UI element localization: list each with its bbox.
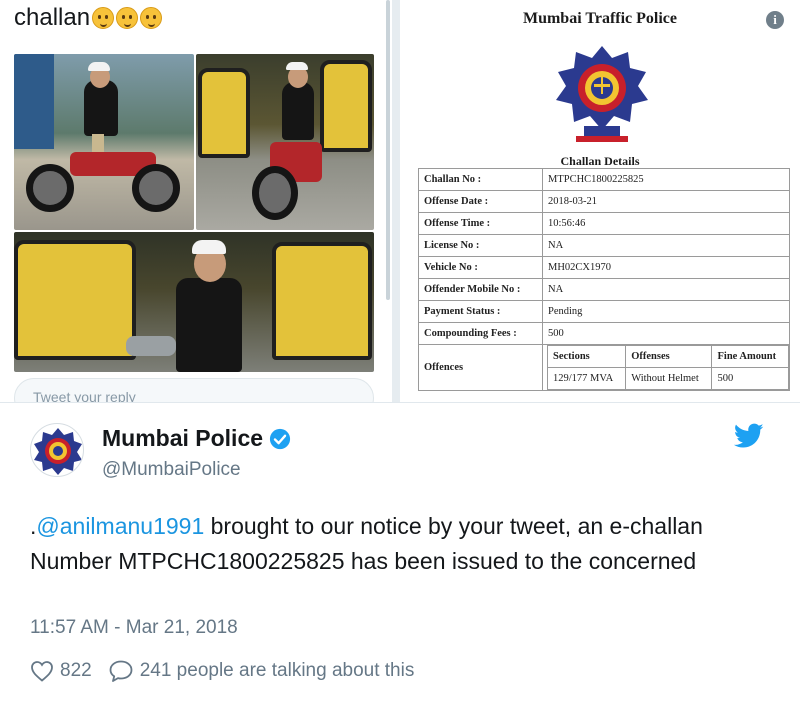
rider-cap: [286, 62, 308, 70]
table-header-row: Sections Offenses Fine Amount: [546, 345, 789, 368]
field-label: License No :: [418, 234, 543, 257]
info-icon[interactable]: i: [766, 11, 784, 29]
wall-mural: [14, 54, 54, 149]
rider: [282, 82, 314, 140]
reply-conversation-button[interactable]: 241 people are talking about this: [108, 659, 415, 683]
field-value: NA: [542, 278, 790, 301]
table-row: Offense Time : 10:56:46: [418, 212, 790, 235]
heart-icon: [31, 661, 53, 682]
column-header: Fine Amount: [711, 345, 789, 368]
auto-rickshaw: [198, 68, 250, 158]
challan-details-card: Mumbai Traffic Police i Challan Details …: [400, 0, 800, 402]
scrollbar[interactable]: [386, 0, 390, 300]
author-name[interactable]: Mumbai Police: [102, 425, 291, 452]
like-button[interactable]: 822: [30, 660, 92, 682]
avatar[interactable]: [30, 423, 84, 477]
table-row: Vehicle No : MH02CX1970: [418, 256, 790, 279]
field-label: Challan No :: [418, 168, 543, 191]
field-value: Pending: [542, 300, 790, 323]
photo-rider-on-bike-2[interactable]: [196, 54, 374, 230]
motorbike-rear-wheel: [26, 164, 74, 212]
challan-title: Mumbai Traffic Police: [522, 10, 678, 27]
field-label: Offences: [418, 344, 543, 391]
face-with-hand-over-mouth-emoji: [92, 7, 115, 29]
embedded-media-area: challan Tweet your reply Mumbai Traffic …: [0, 0, 800, 402]
auto-rickshaw: [272, 242, 372, 360]
challan-subtitle: Challan Details: [560, 154, 640, 168]
auto-rickshaw: [320, 60, 372, 152]
reply-input[interactable]: Tweet your reply: [14, 378, 374, 402]
table-row: Challan No : MTPCHC1800225825: [418, 168, 790, 191]
table-row: Payment Status : Pending: [418, 300, 790, 323]
table-row: Offences Sections Offenses Fine Amount 1…: [418, 344, 790, 391]
field-label: Vehicle No :: [418, 256, 543, 279]
mumbai-police-emblem-icon: [556, 46, 648, 142]
quoted-tweet-caption: challan: [14, 4, 163, 32]
field-label: Offense Time :: [418, 212, 543, 235]
table-row: Offender Mobile No : NA: [418, 278, 790, 301]
author-handle[interactable]: @MumbaiPolice: [102, 459, 241, 481]
tweet-actions: 822 241 people are talking about this: [30, 659, 430, 683]
column-header: Offenses: [625, 345, 713, 368]
offences-table: Sections Offenses Fine Amount 129/177 MV…: [546, 345, 789, 390]
table-cell: 129/177 MVA: [546, 367, 627, 390]
field-value: 2018-03-21: [542, 190, 790, 213]
table-row: License No : NA: [418, 234, 790, 257]
mention-link[interactable]: @anilmanu1991: [36, 513, 204, 539]
like-count: 822: [60, 660, 92, 681]
face-with-hand-over-mouth-emoji: [116, 7, 139, 29]
challan-table: Challan No : MTPCHC1800225825 Offense Da…: [418, 168, 790, 391]
speech-bubble-icon: [109, 660, 133, 682]
rider-cap: [192, 240, 226, 254]
column-header: Sections: [546, 345, 627, 368]
tweet-timestamp[interactable]: 11:57 AM - Mar 21, 2018: [30, 617, 238, 639]
auto-rickshaw: [14, 240, 136, 360]
table-row: Compounding Fees : 500: [418, 322, 790, 345]
motorbike-front-wheel: [132, 164, 180, 212]
mumbai-police-logo-icon: [34, 428, 82, 475]
table-cell: 500: [711, 367, 789, 390]
conversation-count: 241 people are talking about this: [139, 660, 415, 681]
twitter-bird-icon[interactable]: [734, 423, 764, 449]
field-value: 500: [542, 322, 790, 345]
rider-cap: [88, 62, 110, 71]
table-row: 129/177 MVA Without Helmet 500: [546, 367, 789, 390]
face-with-hand-over-mouth-emoji: [140, 7, 163, 29]
field-value: MTPCHC1800225825: [542, 168, 790, 191]
field-label: Offender Mobile No :: [418, 278, 543, 301]
field-label: Offense Date :: [418, 190, 543, 213]
photo-rider-closeup[interactable]: [14, 232, 374, 372]
rider: [176, 278, 242, 372]
field-label: Compounding Fees :: [418, 322, 543, 345]
quoted-tweet-card[interactable]: challan Tweet your reply: [0, 0, 392, 402]
motorbike-tank: [126, 336, 176, 356]
photo-rider-on-bike-1[interactable]: [14, 54, 194, 230]
verified-badge-icon: [269, 428, 291, 449]
field-value: NA: [542, 234, 790, 257]
motorbike-front-wheel: [252, 166, 298, 220]
tweet-body: .@anilmanu1991 brought to our notice by …: [30, 513, 703, 574]
table-row: Offense Date : 2018-03-21: [418, 190, 790, 213]
rider: [84, 80, 118, 136]
tweet-card: Mumbai Police @MumbaiPolice .@anilmanu19…: [0, 402, 800, 714]
table-cell: Without Helmet: [625, 367, 713, 390]
field-value: MH02CX1970: [542, 256, 790, 279]
field-label: Payment Status :: [418, 300, 543, 323]
field-value: 10:56:46: [542, 212, 790, 235]
offences-cell: Sections Offenses Fine Amount 129/177 MV…: [542, 344, 790, 391]
